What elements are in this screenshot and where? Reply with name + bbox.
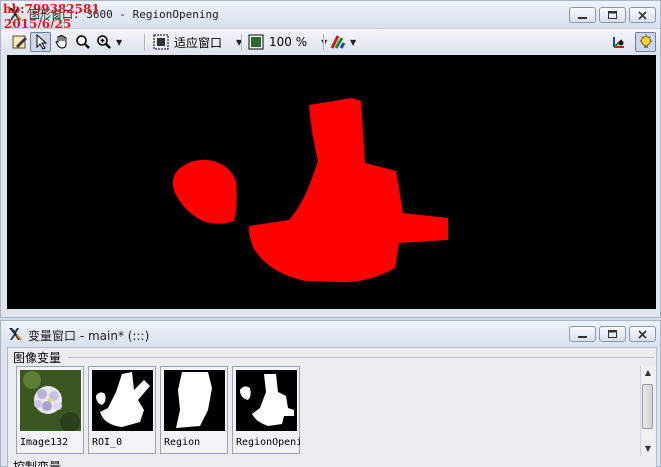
maximize-icon (608, 330, 617, 338)
thumbnail-photo (20, 370, 81, 431)
thumbnail-region (92, 370, 153, 431)
graphics-window: 图形窗口: 3600 - RegionOpening hb:799382581 … (0, 0, 661, 318)
thumbnail-region-opening[interactable]: RegionOpening (232, 366, 300, 454)
scroll-down-icon[interactable]: ▼ (641, 442, 655, 456)
image-variables-label: 图像变量 (13, 351, 62, 365)
scrollbar-thumb[interactable] (642, 384, 653, 429)
scroll-up-icon[interactable]: ▲ (641, 366, 655, 380)
zoom-percent-label[interactable]: 100 % (269, 35, 307, 49)
hand-icon (54, 35, 66, 49)
thumbnail-region (164, 370, 225, 431)
thumbnail-region[interactable]: Region (160, 366, 228, 454)
control-variables-label: 控制变量 (13, 460, 62, 467)
thumbnail-image132[interactable]: Image132 (16, 366, 84, 454)
region-blob-main (248, 98, 448, 282)
3d-view-button[interactable] (608, 32, 629, 52)
image-variables-panel: 图像变量 Image132 ROI_0 Region RegionOpen ▲ … (7, 347, 657, 467)
zoom-dropdown-caret[interactable]: ▼ (116, 38, 122, 47)
thumbnail-scrollbar[interactable]: ▲ ▼ (640, 366, 654, 456)
flower-photo-icon (20, 370, 81, 431)
light-bulb-icon (639, 34, 652, 48)
close-button[interactable] (629, 326, 656, 342)
image-canvas[interactable] (7, 55, 656, 309)
pointer-arrow-icon (36, 34, 47, 50)
pencil-icon (12, 35, 27, 49)
zoom-percent-icon (248, 34, 263, 50)
variable-window-titlebar[interactable]: 变量窗口 - main* (:::) (1, 321, 660, 347)
region-mask-icon (240, 374, 294, 426)
maximize-button[interactable] (599, 326, 626, 342)
zoom-percent-button[interactable] (245, 32, 266, 52)
zoom-button[interactable] (93, 32, 114, 52)
region-blob-left (172, 159, 237, 224)
edit-pen-button[interactable] (9, 32, 30, 52)
halcon-app-icon (9, 328, 22, 341)
zoom-in-icon (96, 35, 111, 49)
thumbnail-label: Image132 (20, 437, 69, 448)
color-palette-icon (330, 35, 345, 49)
close-button[interactable] (629, 7, 656, 23)
bulb-button[interactable] (635, 32, 656, 52)
region-display (172, 98, 448, 282)
thumbnail-label: RegionOpening (236, 437, 300, 448)
draw-color-button[interactable] (327, 32, 348, 52)
minimize-button[interactable] (569, 7, 596, 23)
pointer-button[interactable] (30, 32, 51, 52)
variable-window-title: 变量窗口 - main* (:::) (28, 329, 150, 343)
magnifier-button[interactable] (72, 32, 93, 52)
graphics-window-titlebar[interactable]: 图形窗口: 3600 - RegionOpening hb:799382581 … (1, 1, 660, 30)
pan-hand-button[interactable] (51, 32, 72, 52)
minimize-icon (578, 17, 587, 19)
fit-window-button[interactable] (150, 32, 171, 52)
watermark-id: hb:799382581 (3, 2, 100, 16)
draw-color-dropdown-caret[interactable]: ▼ (350, 38, 356, 47)
maximize-button[interactable] (599, 7, 626, 23)
magnifier-icon (75, 35, 90, 49)
fit-window-icon (153, 34, 168, 50)
close-icon (638, 330, 647, 339)
thumbnail-label: ROI_0 (92, 437, 123, 448)
axes-3d-icon (612, 37, 624, 48)
minimize-icon (578, 336, 587, 338)
close-icon (638, 11, 647, 20)
region-mask-icon (176, 372, 212, 428)
graphics-toolbar: ▼ 适应窗口 ▼ 100 % ▼ ▼ (1, 28, 660, 55)
thumbnail-roi-0[interactable]: ROI_0 (88, 366, 156, 454)
zoom-mode-label[interactable]: 适应窗口 (174, 34, 222, 51)
variable-window: 变量窗口 - main* (:::) 图像变量 Image132 ROI_0 R… (0, 320, 661, 467)
minimize-button[interactable] (569, 326, 596, 342)
region-mask-icon (96, 372, 150, 427)
thumbnail-region (236, 370, 297, 431)
maximize-icon (608, 11, 617, 19)
thumbnail-label: Region (164, 437, 201, 448)
